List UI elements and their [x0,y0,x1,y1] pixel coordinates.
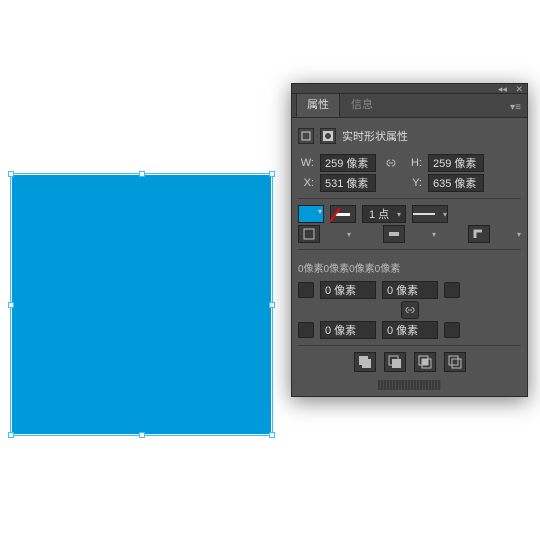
width-label: W: [298,157,314,169]
height-label: H: [406,157,422,169]
shape-type-icon [298,128,314,144]
height-input[interactable]: 259 像素 [428,154,484,172]
tab-info[interactable]: 信息 [340,91,384,117]
chevron-down-icon: ▾ [517,230,521,239]
corner-br-toggle[interactable] [444,322,460,338]
stroke-style-select[interactable]: ▾ [412,205,448,223]
corner-radius-summary: 0像素0像素0像素0像素 [298,256,521,279]
link-corners-icon[interactable] [401,301,419,319]
panel-menu-icon[interactable]: ▾≡ [504,98,527,117]
chevron-down-icon: ▾ [443,210,447,219]
stroke-weight-value: 1 点 [369,206,389,222]
panel-resize-grip[interactable] [378,380,441,390]
panel-titlebar[interactable]: ◂◂ ✕ [292,84,527,94]
width-input[interactable]: 259 像素 [320,154,376,172]
path-exclude-button[interactable] [444,352,466,372]
corner-tl-toggle[interactable] [298,282,314,298]
properties-panel: ◂◂ ✕ 属性 信息 ▾≡ 实时形状属性 W: 259 像素 H: 259 像素 [291,83,528,397]
corner-tr-toggle[interactable] [444,282,460,298]
path-operations-row [298,352,521,372]
path-subtract-button[interactable] [384,352,406,372]
tab-properties[interactable]: 属性 [296,91,340,117]
stroke-color-swatch[interactable] [330,205,356,223]
y-label: Y: [406,177,422,189]
mask-type-icon [320,128,336,144]
link-wh-icon[interactable] [382,154,400,172]
chevron-down-icon: ▾ [347,230,351,239]
canvas-shape-rectangle[interactable] [12,175,271,434]
stroke-join-select[interactable] [468,225,490,243]
stroke-align-select[interactable] [298,225,320,243]
corner-tl-input[interactable]: 0 像素 [320,281,376,299]
stroke-weight-select[interactable]: 1 点 ▾ [362,205,406,223]
x-label: X: [298,177,314,189]
corner-bl-input[interactable]: 0 像素 [320,321,376,339]
path-intersect-button[interactable] [414,352,436,372]
chevron-down-icon: ▾ [432,230,436,239]
y-input[interactable]: 635 像素 [428,174,484,192]
corner-br-input[interactable]: 0 像素 [382,321,438,339]
x-input[interactable]: 531 像素 [320,174,376,192]
corner-tr-input[interactable]: 0 像素 [382,281,438,299]
panel-close-icon[interactable]: ✕ [515,84,523,94]
path-unite-button[interactable] [354,352,376,372]
section-title: 实时形状属性 [342,128,408,144]
panel-tabs: 属性 信息 ▾≡ [292,94,527,118]
stroke-cap-select[interactable] [383,225,405,243]
fill-color-swatch[interactable]: ▾ [298,205,324,223]
panel-collapse-icon[interactable]: ◂◂ [498,84,507,94]
chevron-down-icon: ▾ [397,210,401,219]
corner-bl-toggle[interactable] [298,322,314,338]
